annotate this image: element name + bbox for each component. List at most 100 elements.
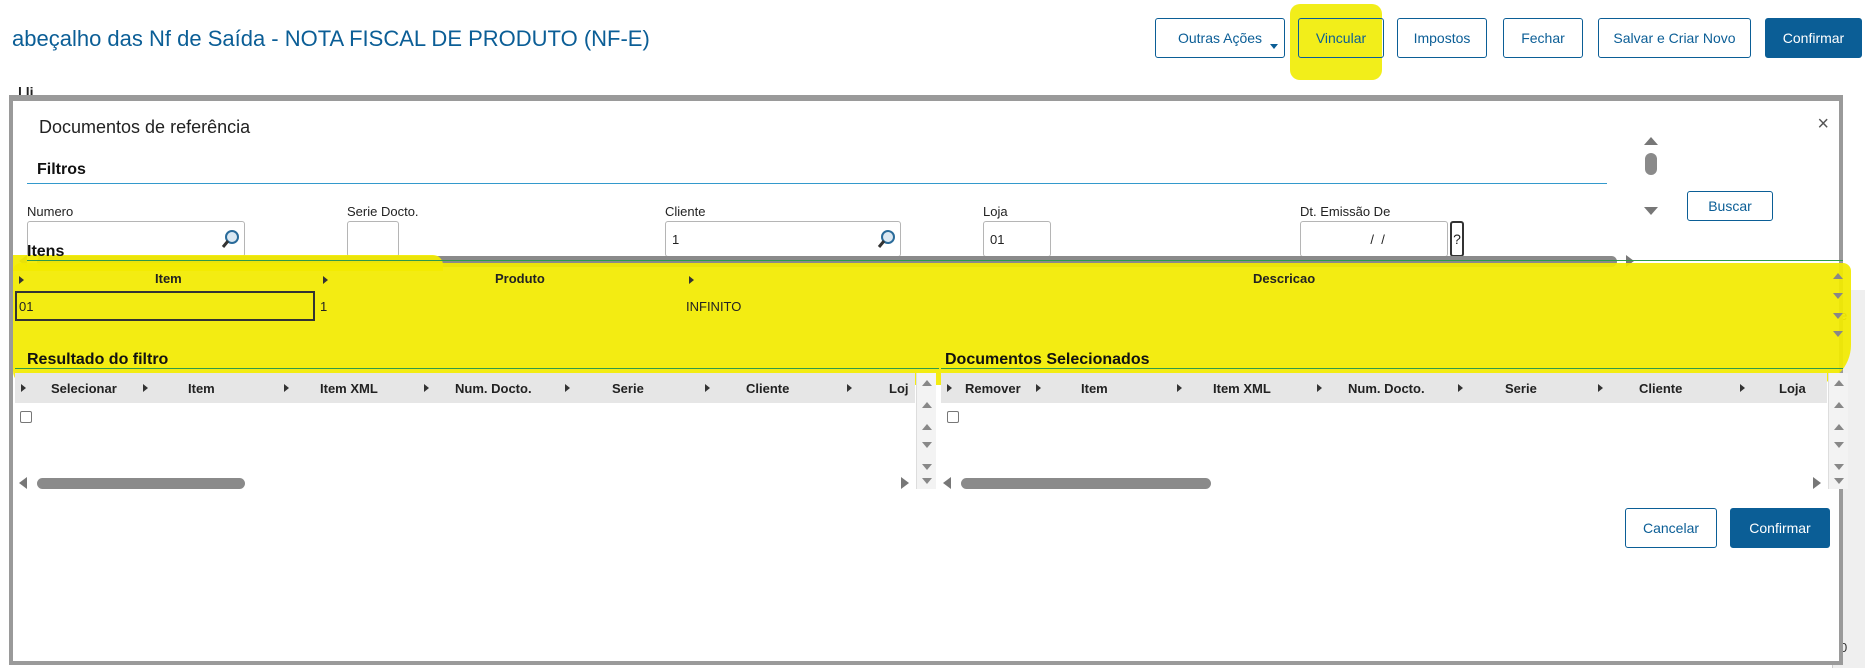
scroll-up-icon[interactable] [1829,417,1849,437]
scroll-end-icon[interactable] [1829,471,1849,491]
confirmar-button[interactable]: Confirmar [1730,508,1830,548]
column-sort-icon[interactable] [947,384,952,392]
column-sort-icon[interactable] [284,384,289,392]
filtros-vscroll-thumb[interactable] [1645,153,1657,175]
scroll-up-icon[interactable] [1644,137,1658,145]
column-sort-icon[interactable] [19,276,24,284]
resultado-grid-header: Selecionar Item Item XML Num. Docto. Ser… [15,373,915,403]
cliente-input[interactable] [665,221,901,257]
scroll-down-fast-icon[interactable] [1828,306,1848,326]
impostos-button[interactable]: Impostos [1397,18,1487,58]
dt-emissao-input[interactable] [1300,221,1448,257]
fechar-button[interactable]: Fechar [1503,18,1583,58]
column-header-item-xml[interactable]: Item XML [320,381,378,396]
itens-vscroll[interactable] [1828,266,1848,341]
column-header-item-xml[interactable]: Item XML [1213,381,1271,396]
column-header-num-docto[interactable]: Num. Docto. [455,381,532,396]
scroll-right-icon[interactable] [1813,477,1821,489]
itens-divider [27,260,1843,261]
itens-label: Itens [27,243,65,260]
selecionados-grid-header: Remover Item Item XML Num. Docto. Serie … [941,373,1827,403]
column-sort-icon[interactable] [1036,384,1041,392]
help-button[interactable]: ? [1450,221,1464,257]
page-header: abeçalho das Nf de Saída - NOTA FISCAL D… [0,0,1865,90]
column-sort-icon[interactable] [847,384,852,392]
scroll-up-icon[interactable] [917,373,937,393]
confirmar-top-button[interactable]: Confirmar [1765,18,1862,58]
selecionados-hscroll-thumb[interactable] [961,478,1211,489]
column-header-cliente[interactable]: Cliente [746,381,789,396]
serie-input[interactable] [347,221,399,257]
selecionados-vscroll[interactable] [1828,373,1848,489]
outras-acoes-button[interactable]: Outras Ações [1155,18,1285,58]
caret-down-icon [1270,44,1278,49]
scroll-down-icon[interactable] [1644,207,1658,215]
column-header-item[interactable]: Item [188,381,215,396]
selected-cell[interactable] [15,291,315,321]
column-header-item[interactable]: Item [1081,381,1108,396]
column-sort-icon[interactable] [21,384,26,392]
cell-item: 01 [19,299,34,314]
scroll-up-icon[interactable] [917,417,937,437]
column-sort-icon[interactable] [1740,384,1745,392]
outras-acoes-label: Outras Ações [1177,30,1263,46]
column-header-loja[interactable]: Loj [889,381,909,396]
salvar-criar-novo-button[interactable]: Salvar e Criar Novo [1598,18,1751,58]
scroll-down-icon[interactable] [1829,435,1849,455]
scroll-left-icon[interactable] [943,477,951,489]
column-header-item[interactable]: Item [155,271,182,286]
scroll-up-fast-icon[interactable] [917,395,937,415]
column-sort-icon[interactable] [705,384,710,392]
selecionados-divider [941,368,1843,369]
scroll-up-icon[interactable] [1828,266,1848,286]
column-sort-icon[interactable] [565,384,570,392]
resultado-vscroll[interactable] [916,373,936,489]
loja-input[interactable] [983,221,1051,257]
remover-checkbox[interactable] [947,411,959,423]
loja-label: Loja [983,204,1008,219]
scroll-end-icon[interactable] [1828,324,1848,344]
close-icon[interactable]: × [1817,113,1829,136]
column-header-num-docto[interactable]: Num. Docto. [1348,381,1425,396]
scroll-right-icon[interactable] [901,477,909,489]
dialog-title: Documentos de referência [39,117,251,137]
cliente-label: Cliente [665,204,706,219]
column-sort-icon[interactable] [1177,384,1182,392]
cell-descricao: INFINITO [686,299,742,314]
scroll-up-fast-icon[interactable] [1829,395,1849,415]
column-header-cliente[interactable]: Cliente [1639,381,1682,396]
resultado-hscroll-thumb[interactable] [37,478,245,489]
scroll-end-icon[interactable] [917,471,937,491]
column-sort-icon[interactable] [1458,384,1463,392]
column-sort-icon[interactable] [1317,384,1322,392]
scroll-up-icon[interactable] [1829,373,1849,393]
column-header-selecionar[interactable]: Selecionar [51,381,117,396]
numero-label: Numero [27,204,74,219]
vincular-button[interactable]: Vincular [1298,18,1384,58]
scroll-left-icon[interactable] [19,477,27,489]
column-sort-icon[interactable] [1598,384,1603,392]
page-title: abeçalho das Nf de Saída - NOTA FISCAL D… [12,26,650,51]
column-sort-icon[interactable] [424,384,429,392]
column-header-remover[interactable]: Remover [965,381,1021,396]
column-header-loja[interactable]: Loja [1779,381,1806,396]
resultado-divider [15,368,939,369]
column-header-descricao[interactable]: Descricao [1253,271,1315,286]
filtros-label: Filtros [37,161,86,178]
itens-highlight [13,263,1851,385]
search-icon[interactable] [221,229,241,249]
scroll-down-icon[interactable] [1828,286,1848,306]
cell-produto: 1 [320,299,328,314]
column-sort-icon[interactable] [323,276,328,284]
cancelar-button[interactable]: Cancelar [1625,508,1717,548]
buscar-button[interactable]: Buscar [1687,191,1773,221]
column-sort-icon[interactable] [143,384,148,392]
column-header-produto[interactable]: Produto [495,271,545,286]
column-sort-icon[interactable] [689,276,694,284]
documentos-referencia-dialog: Documentos de referência × Filtros Numer… [9,95,1851,665]
search-icon[interactable] [877,229,897,249]
selecionar-checkbox[interactable] [20,411,32,423]
column-header-serie[interactable]: Serie [612,381,644,396]
column-header-serie[interactable]: Serie [1505,381,1537,396]
scroll-down-icon[interactable] [917,435,937,455]
